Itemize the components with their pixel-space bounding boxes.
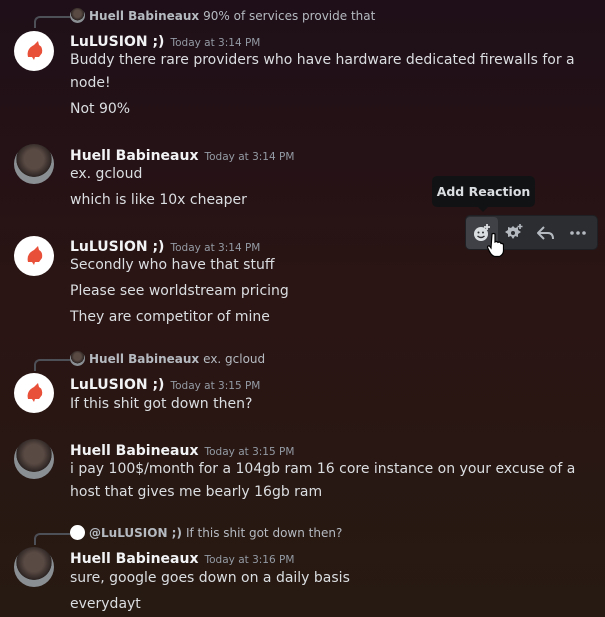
- message-text: sure, google goes down on a daily basis: [70, 570, 350, 586]
- author-name[interactable]: Huell Babineaux: [70, 148, 199, 164]
- timestamp: Today at 3:15 PM: [204, 446, 295, 458]
- reply-preview[interactable]: @LuLUSION ;) If this shit got down then?: [70, 525, 342, 540]
- message-text: Secondly who have that stuff: [70, 257, 275, 273]
- reply-button[interactable]: [530, 217, 562, 249]
- reply-author: Huell Babineaux: [89, 8, 200, 23]
- author-name[interactable]: LuLUSION ;): [70, 377, 164, 393]
- reply-text: ex. gcloud: [203, 351, 266, 366]
- reply-connector: [34, 533, 70, 545]
- pointer-cursor-icon: [486, 232, 504, 258]
- timestamp: Today at 3:15 PM: [170, 380, 261, 392]
- timestamp: Today at 3:14 PM: [204, 151, 295, 163]
- reply-avatar: [70, 525, 85, 540]
- message-text: which is like 10x cheaper: [70, 192, 247, 208]
- message-text: Buddy there rare providers who have hard…: [70, 52, 575, 68]
- message-toolbar: [465, 215, 598, 250]
- more-icon: [570, 230, 586, 235]
- reply-avatar: [70, 8, 85, 23]
- reply-text: 90% of services provide that: [203, 8, 376, 23]
- avatar[interactable]: [14, 236, 54, 276]
- avatar[interactable]: [14, 373, 54, 413]
- message-text: i pay 100$/month for a 104gb ram 16 core…: [70, 461, 576, 477]
- reply-avatar: [70, 351, 85, 366]
- super-reaction-icon: [505, 223, 523, 239]
- reply-text: If this shit got down then?: [185, 525, 343, 540]
- message-text: node!: [70, 75, 111, 91]
- reply-connector: [34, 359, 70, 371]
- timestamp: Today at 3:14 PM: [170, 242, 261, 254]
- message-text: Please see worldstream pricing: [70, 283, 289, 299]
- reply-icon: [537, 225, 554, 240]
- message-text: everydayt: [70, 596, 141, 612]
- timestamp: Today at 3:14 PM: [170, 37, 261, 49]
- reply-author: Huell Babineaux: [89, 351, 200, 366]
- message-text: If this shit got down then?: [70, 396, 253, 412]
- message-text: host that gives me bearly 16gb ram: [70, 484, 323, 500]
- reply-author: @LuLUSION ;): [89, 525, 182, 540]
- add-reaction-tooltip: Add Reaction: [432, 176, 535, 212]
- author-name[interactable]: LuLUSION ;): [70, 239, 164, 255]
- message-text: They are competitor of mine: [70, 309, 270, 325]
- avatar[interactable]: [14, 144, 54, 184]
- reply-preview[interactable]: Huell Babineaux 90% of services provide …: [70, 8, 375, 23]
- avatar[interactable]: [14, 439, 54, 479]
- author-name[interactable]: Huell Babineaux: [70, 551, 199, 567]
- author-name[interactable]: LuLUSION ;): [70, 34, 164, 50]
- author-name[interactable]: Huell Babineaux: [70, 443, 199, 459]
- avatar[interactable]: [14, 31, 54, 71]
- message-text: Not 90%: [70, 101, 131, 117]
- more-button[interactable]: [562, 217, 594, 249]
- reply-connector: [34, 16, 70, 28]
- message-text: ex. gcloud: [70, 166, 143, 182]
- reply-preview[interactable]: Huell Babineaux ex. gcloud: [70, 351, 265, 366]
- timestamp: Today at 3:16 PM: [204, 554, 295, 566]
- avatar[interactable]: [14, 547, 54, 587]
